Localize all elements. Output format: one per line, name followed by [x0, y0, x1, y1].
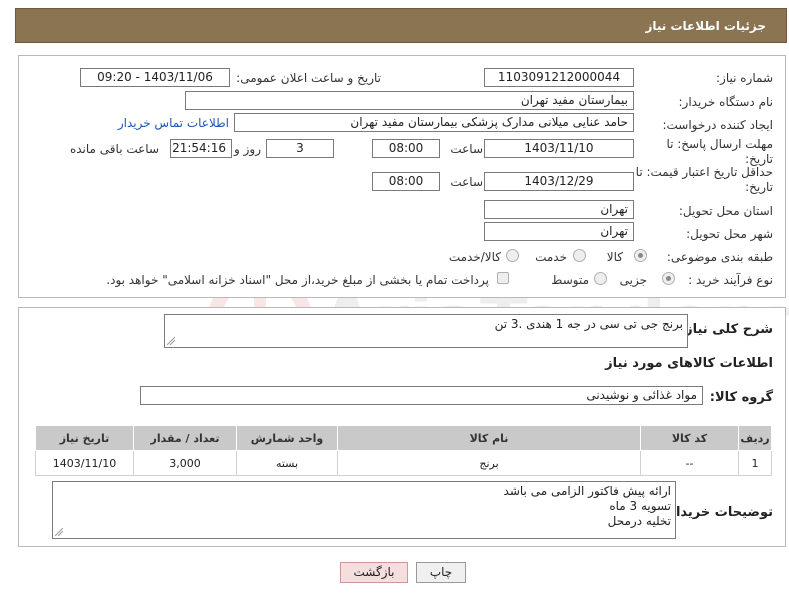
resize-grip-icon[interactable] — [55, 528, 63, 536]
category-both-radio[interactable] — [506, 249, 519, 262]
deadline-time-field[interactable]: 08:00 — [372, 139, 440, 158]
buyer-notes-textarea[interactable]: ارائه پیش فاکتور الزامی می باشد تسویه 3 … — [52, 481, 676, 539]
category-goods-radio[interactable] — [634, 249, 647, 262]
category-service-radio[interactable] — [573, 249, 586, 262]
process-label: نوع فرآیند خرید : — [688, 273, 773, 287]
buyer-contact-link[interactable]: اطلاعات تماس خریدار — [118, 116, 229, 130]
cell-row: 1 — [738, 450, 772, 476]
cell-unit: بسته — [236, 450, 338, 476]
goods-table: ردیف کد کالا نام کالا واحد شمارش تعداد /… — [35, 425, 772, 476]
page-title: جزئیات اطلاعات نیاز — [645, 19, 766, 33]
process-minor-label: جزیی — [619, 273, 647, 287]
buyer-note-line: تسویه 3 ماه — [609, 499, 671, 513]
deadline-date-field[interactable]: 1403/11/10 — [484, 139, 634, 158]
table-header-row: ردیف کد کالا نام کالا واحد شمارش تعداد /… — [35, 425, 772, 451]
treasury-payment-checkbox[interactable] — [497, 272, 509, 284]
summary-textarea[interactable]: برنج جی تی سی در جه 1 هندی .3 تن — [164, 314, 688, 348]
resize-grip-icon[interactable] — [167, 337, 175, 345]
validity-date-field[interactable]: 1403/12/29 — [484, 172, 634, 191]
need-number-field[interactable]: 1103091212000044 — [484, 68, 634, 87]
process-medium-radio[interactable] — [594, 272, 607, 285]
deadline-label: مهلت ارسال پاسخ: تا تاریخ: — [666, 137, 773, 166]
col-code: کد کالا — [640, 425, 739, 451]
category-service-label: خدمت — [535, 250, 567, 264]
cell-qty: 3,000 — [133, 450, 237, 476]
creator-field[interactable]: حامد عنایی میلانی مدارک پزشکی بیمارستان … — [234, 113, 634, 132]
summary-text: برنج جی تی سی در جه 1 هندی .3 تن — [494, 317, 683, 331]
buyer-org-field[interactable]: بیمارستان مفید تهران — [185, 91, 634, 110]
announce-field[interactable]: 1403/11/06 - 09:20 — [80, 68, 230, 87]
buyer-note-line: تخلیه درمحل — [607, 514, 671, 528]
col-unit: واحد شمارش — [236, 425, 338, 451]
back-button[interactable]: بازگشت — [340, 562, 408, 583]
buyer-notes-label: توضیحات خریدار: — [663, 505, 773, 520]
deadline-time-label: ساعت — [450, 142, 483, 156]
process-minor-radio[interactable] — [662, 272, 675, 285]
remaining-label: ساعت باقی مانده — [69, 142, 159, 156]
cell-date: 1403/11/10 — [35, 450, 134, 476]
table-row[interactable]: 1 -- برنج بسته 3,000 1403/11/10 — [35, 450, 772, 476]
col-name: نام کالا — [337, 425, 641, 451]
buyer-note-line: ارائه پیش فاکتور الزامی می باشد — [503, 484, 671, 498]
need-number-label: شماره نیاز: — [716, 71, 773, 85]
remaining-time-field[interactable]: 21:54:16 — [170, 139, 232, 158]
cell-code: -- — [640, 450, 739, 476]
process-medium-label: متوسط — [551, 273, 589, 287]
treasury-payment-note: پرداخت تمام یا بخشی از مبلغ خرید،از محل … — [106, 273, 489, 287]
col-row: ردیف — [738, 425, 772, 451]
category-both-label: کالا/خدمت — [448, 250, 501, 264]
creator-label: ایجاد کننده درخواست: — [662, 118, 773, 132]
print-button[interactable]: چاپ — [416, 562, 466, 583]
days-label: روز و — [234, 142, 261, 156]
city-label: شهر محل تحویل: — [686, 227, 773, 241]
category-goods-label: کالا — [606, 250, 623, 264]
category-label: طبقه بندی موضوعی: — [666, 250, 773, 264]
goods-group-field[interactable]: مواد غذائی و نوشیدنی — [140, 386, 703, 405]
col-qty: تعداد / مقدار — [133, 425, 237, 451]
col-date: تاریخ نیاز — [35, 425, 134, 451]
page-header: جزئیات اطلاعات نیاز — [15, 8, 787, 43]
cell-name: برنج — [337, 450, 641, 476]
days-field[interactable]: 3 — [266, 139, 334, 158]
summary-label: شرح کلی نیاز: — [679, 322, 773, 337]
validity-time-field[interactable]: 08:00 — [372, 172, 440, 191]
province-label: استان محل تحویل: — [678, 204, 773, 218]
validity-label: حداقل تاریخ اعتبار قیمت: تا تاریخ: — [635, 165, 773, 194]
goods-info-title: اطلاعات کالاهای مورد نیاز — [605, 356, 773, 371]
validity-time-label: ساعت — [450, 175, 483, 189]
city-field[interactable]: تهران — [484, 222, 634, 241]
goods-group-label: گروه کالا: — [709, 390, 773, 405]
buyer-org-label: نام دستگاه خریدار: — [678, 95, 774, 109]
province-field[interactable]: تهران — [484, 200, 634, 219]
announce-label: تاریخ و ساعت اعلان عمومی: — [236, 71, 381, 85]
